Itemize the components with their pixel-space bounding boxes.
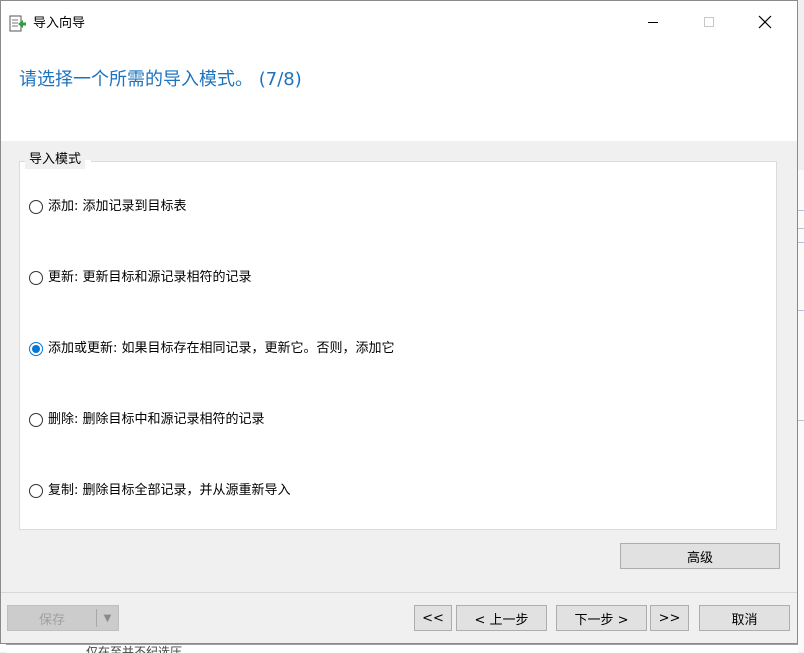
radio-label: 添加或更新: 如果目标存在相同记录，更新它。否则，添加它 [48,341,395,356]
window-title: 导入向导 [33,16,86,31]
chevron-down-icon[interactable]: ▼ [97,606,118,630]
radio-label: 复制: 删除目标全部记录，并从源重新导入 [48,483,291,498]
close-icon [758,15,772,33]
page-heading: 请选择一个所需的导入模式。 (7/8) [19,69,302,90]
radio-option-append-or-update[interactable]: 添加或更新: 如果目标存在相同记录，更新它。否则，添加它 [29,339,395,359]
radio-option-update[interactable]: 更新: 更新目标和源记录相符的记录 [29,268,252,288]
maximize-button[interactable] [686,7,732,41]
radio-button-selected[interactable] [29,342,43,356]
first-step-button[interactable]: << [414,605,452,631]
import-wizard-icon [9,15,27,33]
radio-button[interactable] [29,413,43,427]
advanced-button[interactable]: 高级 [620,543,780,569]
previous-button[interactable]: < 上一步 [456,605,547,631]
radio-option-append[interactable]: 添加: 添加记录到目标表 [29,197,187,217]
import-wizard-window: 导入向导 请选择一个所需的导入模式。 (7/8) 导入模式 添加: 添加记录到目… [0,0,798,644]
footer-divider [1,592,797,593]
wizard-header: 请选择一个所需的导入模式。 (7/8) [1,46,797,141]
cancel-button[interactable]: 取消 [699,605,790,631]
radio-button[interactable] [29,200,43,214]
radio-label: 删除: 删除目标中和源记录相符的记录 [48,412,265,427]
minimize-icon [647,16,659,32]
radio-label: 更新: 更新目标和源记录相符的记录 [48,270,252,285]
last-step-button[interactable]: >> [650,605,689,631]
radio-option-delete[interactable]: 删除: 删除目标中和源记录相符的记录 [29,410,265,430]
title-bar: 导入向导 [1,1,797,46]
close-button[interactable] [742,7,788,41]
next-button[interactable]: 下一步 > [556,605,647,631]
radio-label: 添加: 添加记录到目标表 [48,199,187,214]
minimize-button[interactable] [630,7,676,41]
radio-button[interactable] [29,271,43,285]
save-split-button[interactable]: 保存 ▼ [7,605,119,631]
background-app-right-edge [797,170,804,652]
save-button[interactable]: 保存 [8,606,96,630]
radio-option-copy[interactable]: 复制: 删除目标全部记录，并从源重新导入 [29,481,291,501]
maximize-icon [703,16,715,32]
import-mode-legend: 导入模式 [25,151,86,169]
radio-button[interactable] [29,484,43,498]
